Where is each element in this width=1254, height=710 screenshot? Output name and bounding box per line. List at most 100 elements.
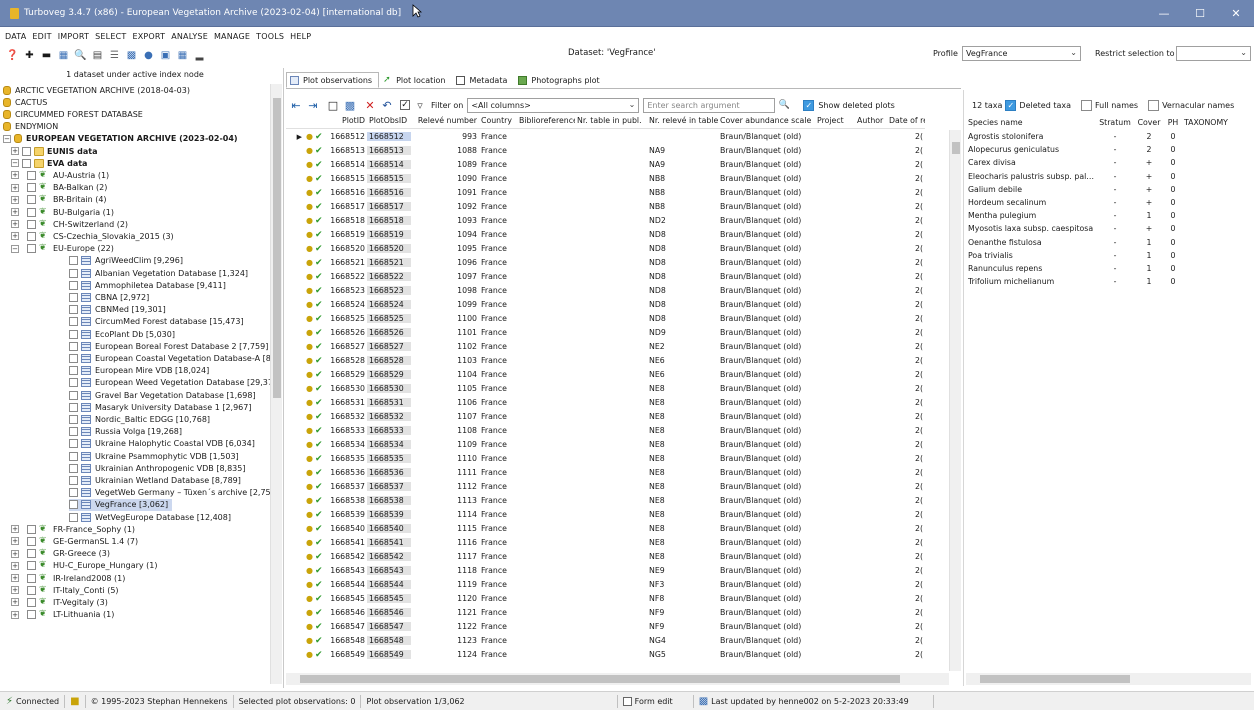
tree-checkbox[interactable]	[27, 524, 36, 534]
table-row[interactable]: ● ✔ 1668527 1668527 1102 France NE2 Braun/Blanq…	[286, 340, 925, 353]
cell-releve-number[interactable]: 1121	[411, 608, 479, 617]
cell-releve-number[interactable]: 1110	[411, 454, 479, 463]
cell-date[interactable]: 2(	[887, 314, 925, 323]
tree-checkbox[interactable]	[27, 536, 36, 546]
cell-plotid[interactable]: 1668547	[324, 622, 367, 631]
tree-item[interactable]: CIRCUMMED FOREST DATABASE	[3, 108, 143, 120]
cell-cover-scale[interactable]: Braun/Blanquet (old)	[718, 174, 815, 183]
table-row[interactable]: ● ✔ 1668549 1668549 1124 France NG5 Braun/Blanq…	[286, 648, 925, 661]
expand-icon[interactable]: +	[11, 171, 19, 180]
species-table[interactable]: Species name Stratum Cover PH TAXONOMY A…	[966, 116, 1251, 676]
cell-plotid[interactable]: 1668527	[324, 342, 367, 351]
plot-scroll-thumb[interactable]	[952, 142, 960, 154]
cell-cover-scale[interactable]: Braun/Blanquet (old)	[718, 314, 815, 323]
cell-cover[interactable]: 1	[1134, 211, 1164, 220]
tree-checkbox[interactable]	[69, 488, 78, 498]
filter-icon[interactable]: ▿	[413, 98, 427, 112]
tree-checkbox[interactable]	[69, 305, 78, 315]
cell-date[interactable]: 2(	[887, 160, 925, 169]
cell-nr-releve[interactable]: NE8	[647, 412, 718, 421]
cell-plotid[interactable]: 1668531	[324, 398, 367, 407]
cell-cover-scale[interactable]: Braun/Blanquet (old)	[718, 202, 815, 211]
cell-stratum[interactable]: -	[1096, 198, 1134, 207]
cell-plotobsid[interactable]: 1668532	[367, 412, 411, 421]
cell-country[interactable]: France	[479, 510, 517, 519]
cell-stratum[interactable]: -	[1096, 145, 1134, 154]
cell-country[interactable]: France	[479, 636, 517, 645]
cell-releve-number[interactable]: 1120	[411, 594, 479, 603]
cell-plotid[interactable]: 1668536	[324, 468, 367, 477]
tree-item[interactable]: Russia Volga [19,268]	[3, 426, 182, 438]
expand-icon[interactable]: +	[11, 537, 19, 546]
species-row[interactable]: Galium debile - +0	[966, 183, 1232, 196]
table-row[interactable]: ● ✔ 1668548 1668548 1123 France NG4 Braun/Blanq…	[286, 634, 925, 647]
tree-checkbox[interactable]	[27, 183, 36, 193]
cell-species-name[interactable]: Poa trivialis	[966, 251, 1096, 260]
species-row[interactable]: Oenanthe fistulosa -1 0	[966, 236, 1232, 249]
table-row[interactable]: ● ✔ 1668516 1668516 1091 France NB8 Braun/Blanq…	[286, 186, 925, 199]
cell-country[interactable]: France	[479, 580, 517, 589]
cell-cover-scale[interactable]: Braun/Blanquet (old)	[718, 538, 815, 547]
cell-cover-scale[interactable]: Braun/Blanquet (old)	[718, 244, 815, 253]
tree-checkbox[interactable]	[69, 280, 78, 290]
tree-item[interactable]: + ❦ BA-Balkan (2)	[3, 182, 107, 194]
cell-releve-number[interactable]: 1106	[411, 398, 479, 407]
cell-plotobsid[interactable]: 1668542	[367, 552, 411, 561]
tree-checkbox[interactable]	[69, 329, 78, 339]
cell-plotid[interactable]: 1668518	[324, 216, 367, 225]
cell-cover[interactable]: +	[1134, 172, 1164, 181]
cell-plotid[interactable]: 1668512	[324, 132, 367, 141]
tree-checkbox[interactable]	[69, 451, 78, 461]
copy-icon[interactable]: ▩	[343, 98, 357, 112]
col-nr-table[interactable]: Nr. table in publ.	[575, 116, 647, 128]
cell-cover-scale[interactable]: Braun/Blanquet (old)	[718, 608, 815, 617]
cell-plotobsid[interactable]: 1668521	[367, 258, 411, 267]
cell-date[interactable]: 2(	[887, 524, 925, 533]
cell-nr-releve[interactable]: ND8	[647, 314, 718, 323]
menu-tools[interactable]: TOOLS	[256, 32, 284, 41]
cell-date[interactable]: 2(	[887, 286, 925, 295]
cell-nr-releve[interactable]: NG4	[647, 636, 718, 645]
cell-releve-number[interactable]: 1104	[411, 370, 479, 379]
cell-plotid[interactable]: 1668532	[324, 412, 367, 421]
row-indicator[interactable]: ▶	[286, 133, 304, 141]
col-project[interactable]: Project	[815, 116, 855, 128]
species-row[interactable]: Eleocharis palustris subsp. pal… - +0	[966, 170, 1232, 183]
cell-plotobsid[interactable]: 1668543	[367, 566, 411, 575]
export-icon[interactable]: ▣	[159, 49, 172, 62]
tree-item[interactable]: + ❦ CH-Switzerland (2)	[3, 218, 128, 230]
cell-cover[interactable]: +	[1134, 198, 1164, 207]
cell-cover-scale[interactable]: Braun/Blanquet (old)	[718, 342, 815, 351]
cell-plotid[interactable]: 1668539	[324, 510, 367, 519]
cell-date[interactable]: 2(	[887, 566, 925, 575]
table-row[interactable]: ● ✔ 1668513 1668513 1088 France NA9 Braun/Blanq…	[286, 144, 925, 157]
cell-species-name[interactable]: Galium debile	[966, 185, 1096, 194]
collapse-icon[interactable]: −	[3, 134, 11, 143]
tree-checkbox[interactable]	[69, 439, 78, 449]
col-nr-releve[interactable]: Nr. relevé in table	[647, 116, 718, 128]
search-db-icon[interactable]: 🔍	[74, 49, 87, 62]
plot-hscroll-thumb[interactable]	[300, 675, 900, 683]
cell-country[interactable]: France	[479, 132, 517, 141]
cell-date[interactable]: 2(	[887, 132, 925, 141]
cell-nr-releve[interactable]: NE6	[647, 370, 718, 379]
cell-plotid[interactable]: 1668520	[324, 244, 367, 253]
cell-species-name[interactable]: Carex divisa	[966, 158, 1096, 167]
tree-item[interactable]: + EUNIS data	[3, 145, 98, 157]
cell-country[interactable]: France	[479, 244, 517, 253]
col-cover[interactable]: Cover	[1134, 118, 1164, 127]
cell-releve-number[interactable]: 1113	[411, 496, 479, 505]
cell-plotid[interactable]: 1668517	[324, 202, 367, 211]
table-row[interactable]: ● ✔ 1668540 1668540 1115 France NE8 Braun/Blanq…	[286, 522, 925, 535]
menu-edit[interactable]: EDIT	[32, 32, 51, 41]
cell-country[interactable]: France	[479, 454, 517, 463]
close-button[interactable]: ✕	[1218, 0, 1254, 27]
cell-cover-scale[interactable]: Braun/Blanquet (old)	[718, 370, 815, 379]
cell-releve-number[interactable]: 1100	[411, 314, 479, 323]
cell-nr-releve[interactable]: NF8	[647, 594, 718, 603]
tree-item[interactable]: + ❦ IT-Vegitaly (3)	[3, 596, 108, 608]
cell-releve-number[interactable]: 1093	[411, 216, 479, 225]
expand-icon[interactable]: +	[11, 183, 19, 192]
add-icon[interactable]: ✚	[23, 49, 36, 62]
cell-cover-scale[interactable]: Braun/Blanquet (old)	[718, 230, 815, 239]
